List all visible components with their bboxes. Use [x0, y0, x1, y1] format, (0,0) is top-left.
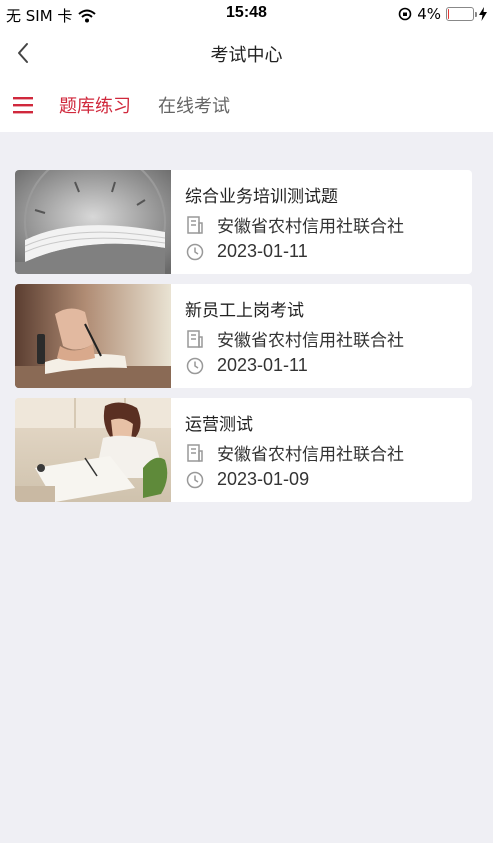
exam-org: 安徽省农村信用社联合社: [217, 445, 404, 465]
exam-title: 综合业务培训测试题: [185, 187, 338, 207]
battery-icon: [446, 7, 477, 21]
chevron-left-icon: [18, 43, 28, 63]
exam-date: 2023-01-09: [217, 469, 310, 489]
exam-org: 安徽省农村信用社联合社: [217, 331, 404, 351]
building-icon: [187, 329, 203, 348]
exam-card[interactable]: 运营测试 安徽省农村信用社联合社 2023-01-09: [15, 398, 472, 502]
exam-org-row: 安徽省农村信用社联合社: [185, 326, 404, 351]
orientation-lock-icon: [398, 7, 412, 21]
charging-bolt-icon: [479, 7, 487, 21]
hamburger-menu-icon: [13, 97, 33, 114]
clock-icon: [186, 357, 204, 374]
clock-icon: [186, 243, 204, 260]
woman-drawing-thumbnail: [15, 398, 171, 502]
exam-date-row: 2023-01-11: [185, 355, 308, 376]
nav-bar: 考试中心: [0, 28, 493, 78]
exam-org-row: 安徽省农村信用社联合社: [185, 212, 404, 237]
exam-title: 运营测试: [185, 415, 253, 435]
battery-percent: 4%: [417, 5, 441, 23]
exam-org: 安徽省农村信用社联合社: [217, 217, 404, 237]
exam-date: 2023-01-11: [217, 355, 308, 375]
exam-card[interactable]: 新员工上岗考试 安徽省农村信用社联合社 2023-01-11: [15, 284, 472, 388]
clock-book-thumbnail: [15, 170, 171, 274]
page-title: 考试中心: [210, 45, 283, 66]
tab-online-exam[interactable]: 在线考试: [158, 92, 230, 118]
exam-date: 2023-01-11: [217, 241, 308, 261]
clock-icon: [186, 471, 204, 488]
tab-bar: 题库练习 在线考试: [0, 78, 493, 132]
exam-date-row: 2023-01-09: [185, 469, 309, 490]
status-right: 4%: [398, 5, 487, 23]
exam-title: 新员工上岗考试: [185, 301, 304, 321]
tab-question-bank[interactable]: 题库练习: [59, 92, 131, 118]
exam-list: 综合业务培训测试题 安徽省农村信用社联合社 2023-01-11 新员工上岗考试…: [15, 170, 472, 512]
status-bar: 无 SIM 卡 15:48 4%: [0, 0, 493, 28]
battery-level: [448, 9, 449, 19]
hand-writing-thumbnail: [15, 284, 171, 388]
menu-button[interactable]: [12, 94, 34, 116]
building-icon: [187, 443, 203, 462]
back-button[interactable]: [10, 38, 40, 68]
exam-org-row: 安徽省农村信用社联合社: [185, 440, 404, 465]
exam-card[interactable]: 综合业务培训测试题 安徽省农村信用社联合社 2023-01-11: [15, 170, 472, 274]
building-icon: [187, 215, 203, 234]
exam-date-row: 2023-01-11: [185, 241, 308, 262]
